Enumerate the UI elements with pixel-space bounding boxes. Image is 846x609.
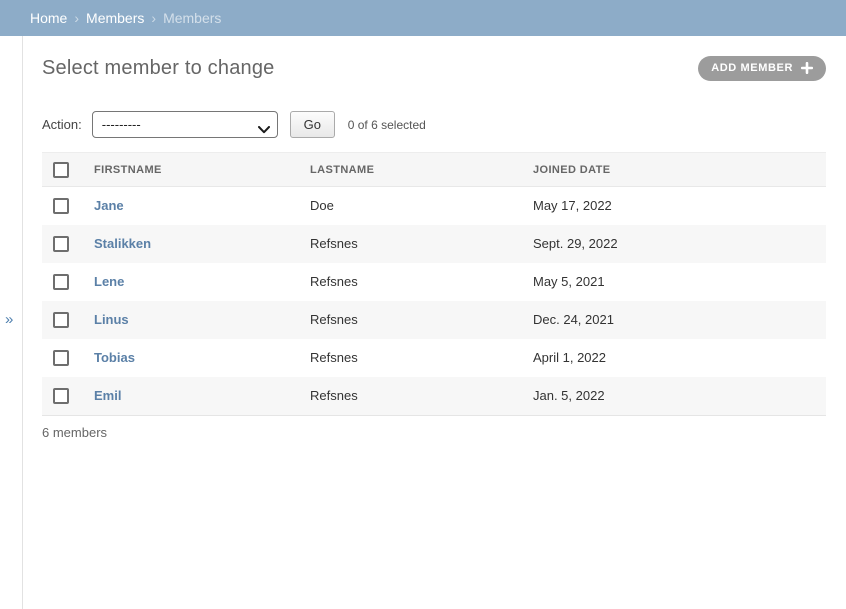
breadcrumb-current: Members: [163, 10, 221, 26]
selection-status: 0 of 6 selected: [348, 118, 426, 132]
member-link[interactable]: Tobias: [94, 350, 135, 365]
go-button[interactable]: Go: [290, 111, 335, 138]
member-link[interactable]: Lene: [94, 274, 124, 289]
lastname-cell: Refsnes: [310, 225, 533, 263]
table-header-row: FIRSTNAME LASTNAME JOINED DATE: [42, 153, 826, 187]
joined-date-cell: April 1, 2022: [533, 339, 826, 377]
table-row: Lene Refsnes May 5, 2021: [42, 263, 826, 301]
table-row: Linus Refsnes Dec. 24, 2021: [42, 301, 826, 339]
member-link[interactable]: Stalikken: [94, 236, 151, 251]
lastname-cell: Doe: [310, 187, 533, 225]
breadcrumb-link-home[interactable]: Home: [30, 10, 67, 26]
member-link[interactable]: Jane: [94, 198, 124, 213]
members-table: FIRSTNAME LASTNAME JOINED DATE Jane Doe …: [42, 152, 826, 415]
action-select[interactable]: ---------: [92, 111, 278, 138]
select-all-checkbox[interactable]: [53, 162, 69, 178]
lastname-cell: Refsnes: [310, 339, 533, 377]
breadcrumb-separator: ›: [151, 10, 156, 26]
add-member-button[interactable]: ADD MEMBER: [698, 56, 826, 81]
joined-date-cell: Jan. 5, 2022: [533, 377, 826, 415]
joined-date-cell: Dec. 24, 2021: [533, 301, 826, 339]
table-row: Stalikken Refsnes Sept. 29, 2022: [42, 225, 826, 263]
breadcrumb-separator: ›: [74, 10, 79, 26]
collapsed-nav-sidebar: »: [0, 36, 23, 609]
lastname-cell: Refsnes: [310, 377, 533, 415]
actions-bar: Action: --------- Go 0 of 6 selected: [42, 111, 826, 138]
lastname-cell: Refsnes: [310, 263, 533, 301]
row-checkbox[interactable]: [53, 312, 69, 328]
action-select-wrap: ---------: [92, 111, 278, 138]
table-row: Emil Refsnes Jan. 5, 2022: [42, 377, 826, 415]
row-checkbox[interactable]: [53, 388, 69, 404]
joined-date-cell: May 17, 2022: [533, 187, 826, 225]
row-checkbox[interactable]: [53, 274, 69, 290]
plus-icon: [801, 62, 813, 74]
breadcrumb: Home › Members › Members: [0, 0, 846, 36]
row-checkbox[interactable]: [53, 236, 69, 252]
sidebar-expand-toggle[interactable]: »: [5, 312, 13, 327]
column-header-lastname[interactable]: LASTNAME: [310, 153, 533, 187]
table-row: Tobias Refsnes April 1, 2022: [42, 339, 826, 377]
member-link[interactable]: Linus: [94, 312, 129, 327]
action-label: Action:: [42, 117, 82, 132]
page-title: Select member to change: [42, 57, 275, 80]
add-member-button-label: ADD MEMBER: [711, 62, 793, 74]
member-count: 6 members: [42, 415, 826, 440]
column-header-firstname[interactable]: FIRSTNAME: [86, 153, 310, 187]
changelist-content: Select member to change ADD MEMBER Actio…: [24, 36, 846, 440]
table-row: Jane Doe May 17, 2022: [42, 187, 826, 225]
column-header-joined-date[interactable]: JOINED DATE: [533, 153, 826, 187]
member-link[interactable]: Emil: [94, 388, 121, 403]
row-checkbox[interactable]: [53, 350, 69, 366]
breadcrumb-link-members[interactable]: Members: [86, 10, 144, 26]
joined-date-cell: May 5, 2021: [533, 263, 826, 301]
joined-date-cell: Sept. 29, 2022: [533, 225, 826, 263]
lastname-cell: Refsnes: [310, 301, 533, 339]
row-checkbox[interactable]: [53, 198, 69, 214]
